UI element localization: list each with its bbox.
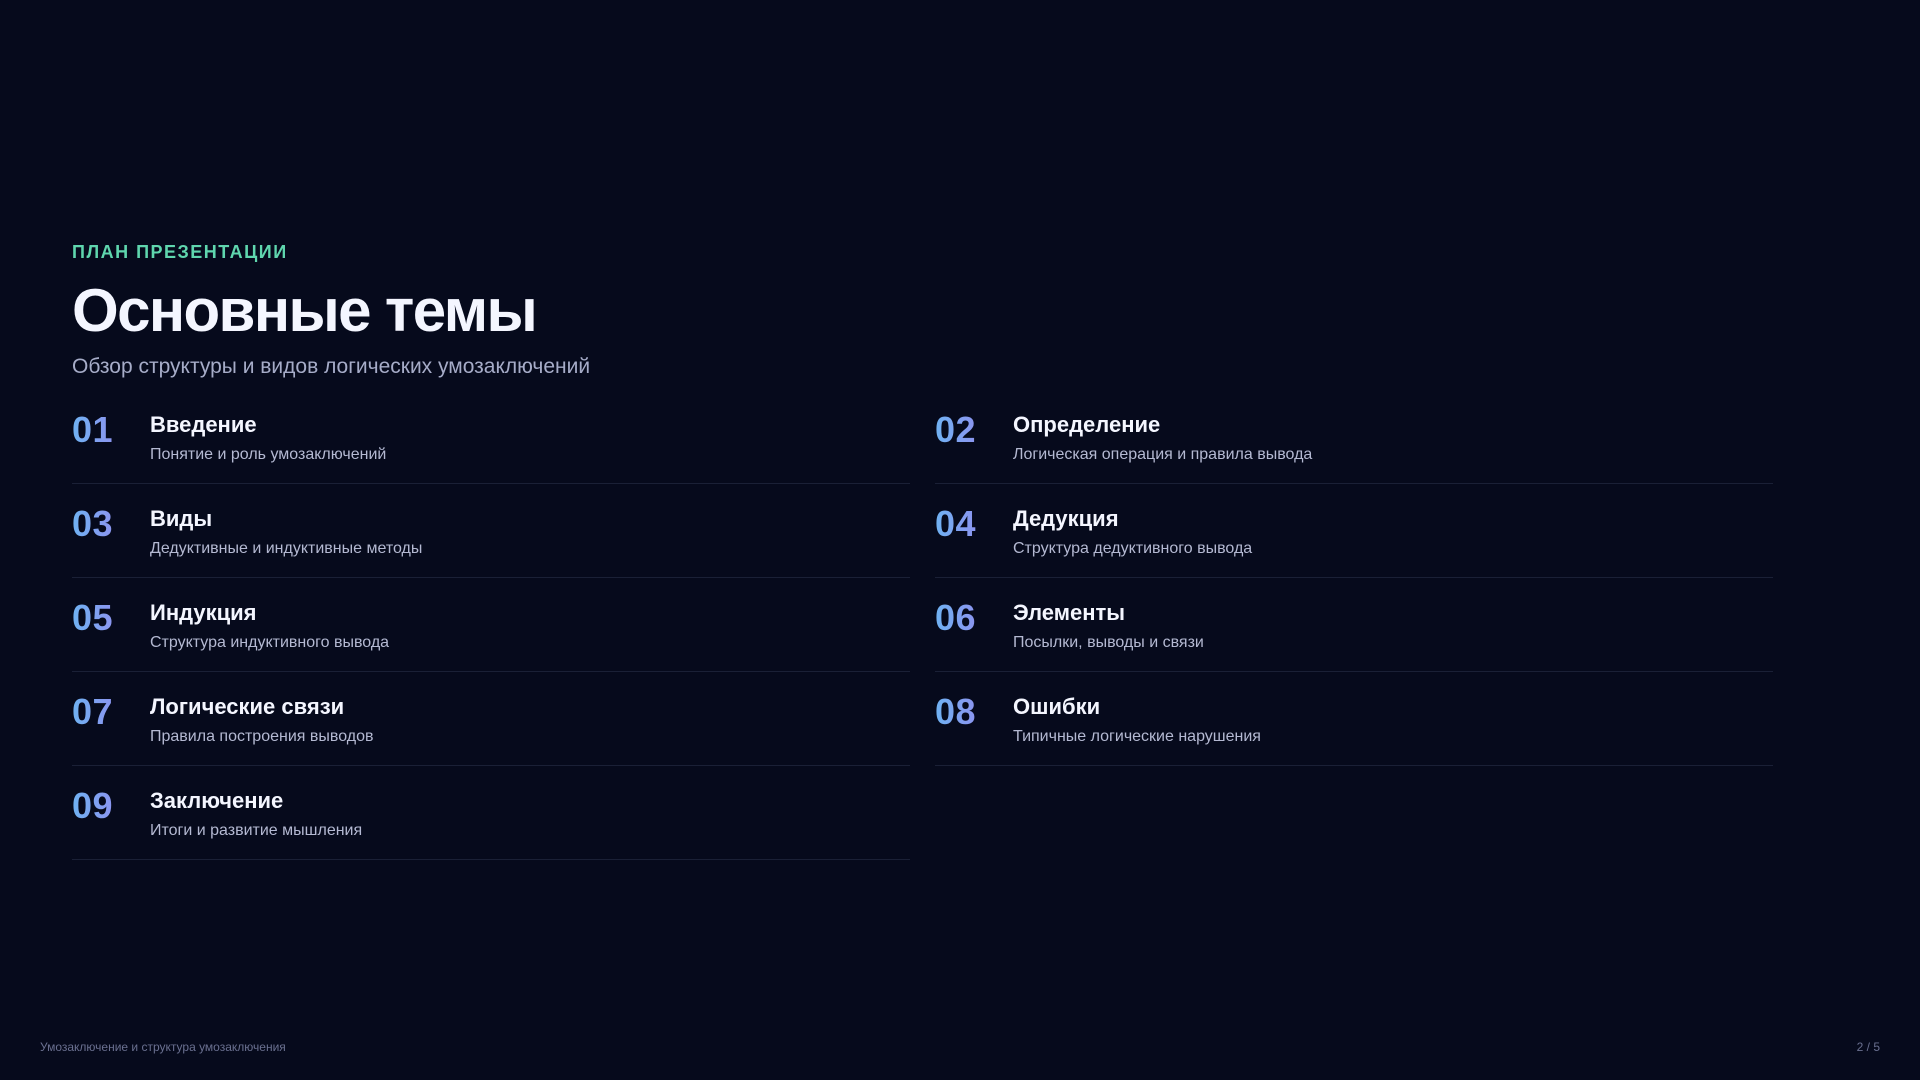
- topic-title: Виды: [150, 506, 213, 531]
- slide-subtitle: Обзор структуры и видов логических умоза…: [72, 355, 591, 378]
- topic-title: Элементы: [1013, 600, 1126, 625]
- section-eyebrow: ПЛАН ПРЕЗЕНТАЦИИ: [72, 242, 288, 262]
- topic-item: 04 Дедукция Структура дедуктивного вывод…: [935, 484, 1773, 578]
- topic-number: 05: [72, 597, 114, 638]
- topic-description: Логическая операция и правила вывода: [1013, 446, 1313, 463]
- topic-title: Ошибки: [1013, 694, 1101, 719]
- topic-number: 06: [935, 597, 977, 638]
- slide-header: ПЛАН ПРЕЗЕНТАЦИИ Основные темы Обзор стр…: [72, 242, 1172, 380]
- footer-page-indicator: 2 / 5: [1856, 1040, 1880, 1054]
- topic-item: 05 Индукция Структура индуктивного вывод…: [72, 578, 910, 672]
- topic-number: 04: [935, 503, 977, 544]
- topic-title: Введение: [150, 412, 257, 437]
- topic-item: 09 Заключение Итоги и развитие мышления: [72, 766, 910, 860]
- topic-item: 07 Логические связи Правила построения в…: [72, 672, 910, 766]
- slide-title: Основные темы: [72, 277, 538, 344]
- topic-description: Структура дедуктивного вывода: [1013, 540, 1253, 557]
- topic-description: Правила построения выводов: [150, 728, 374, 745]
- topic-item: 08 Ошибки Типичные логические нарушения: [935, 672, 1773, 766]
- topic-description: Понятие и роль умозаключений: [150, 446, 387, 463]
- topic-title: Определение: [1013, 412, 1161, 437]
- footer-presentation-title: Умозаключение и структура умозаключения: [40, 1040, 286, 1054]
- topic-number: 03: [72, 503, 114, 544]
- topic-description: Посылки, выводы и связи: [1013, 634, 1204, 651]
- topic-number: 01: [72, 409, 114, 450]
- topic-item: 06 Элементы Посылки, выводы и связи: [935, 578, 1773, 672]
- topic-title: Дедукция: [1013, 506, 1119, 531]
- topic-number: 08: [935, 691, 977, 732]
- topic-title: Заключение: [150, 788, 284, 813]
- topic-title: Логические связи: [150, 694, 345, 719]
- topic-description: Итоги и развитие мышления: [150, 822, 363, 839]
- topic-item: 02 Определение Логическая операция и пра…: [935, 390, 1773, 484]
- topic-description: Типичные логические нарушения: [1013, 728, 1261, 745]
- topic-description: Структура индуктивного вывода: [150, 634, 390, 651]
- topic-item: 01 Введение Понятие и роль умозаключений: [72, 390, 910, 484]
- topic-number: 09: [72, 785, 114, 826]
- topic-title: Индукция: [150, 600, 257, 625]
- topic-number: 02: [935, 409, 977, 450]
- topic-number: 07: [72, 691, 114, 732]
- slide: ПЛАН ПРЕЗЕНТАЦИИ Основные темы Обзор стр…: [0, 0, 1920, 1080]
- topic-description: Дедуктивные и индуктивные методы: [150, 540, 423, 557]
- topic-item: 03 Виды Дедуктивные и индуктивные методы: [72, 484, 910, 578]
